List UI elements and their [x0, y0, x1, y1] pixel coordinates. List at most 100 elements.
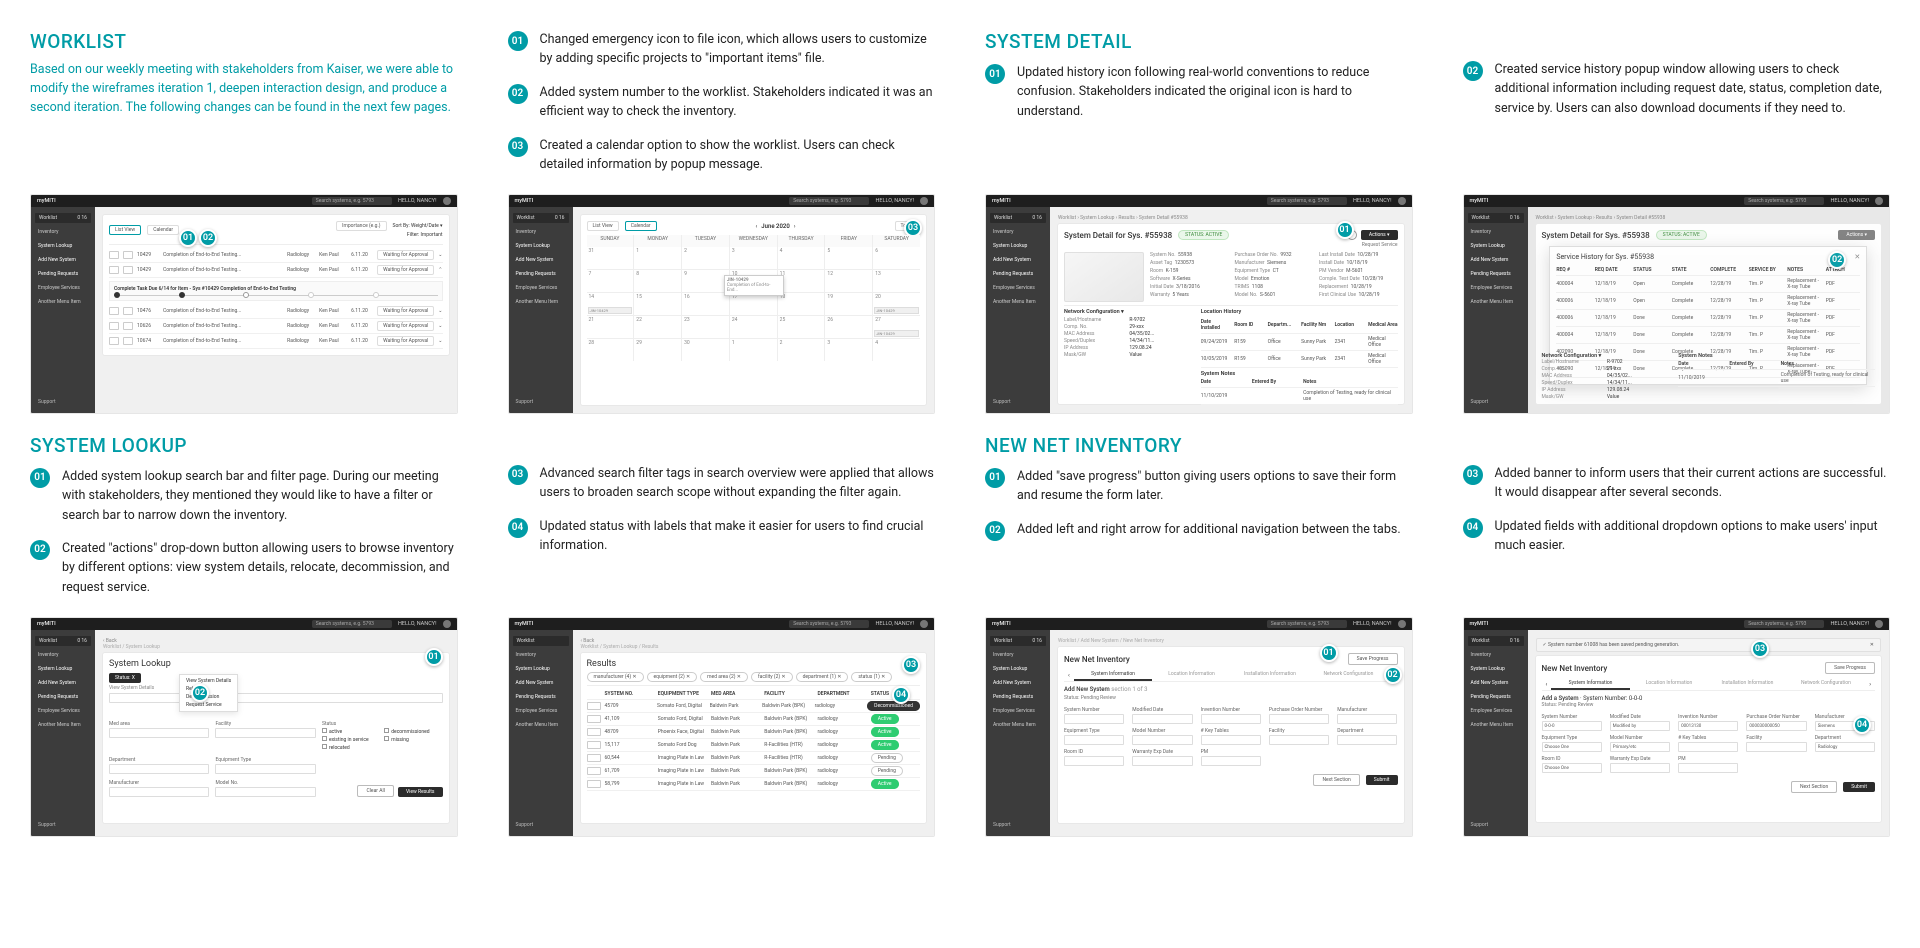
calendar-day[interactable]: 29 — [634, 339, 681, 361]
table-row[interactable]: 15,117Somato Ford DogBaldwin ParkR-Facil… — [587, 739, 921, 752]
toggle-calendar-view[interactable]: Calendar — [147, 225, 179, 235]
tab-step-2[interactable]: Location Information — [1152, 669, 1230, 681]
sidebar-item-support[interactable]: Support — [35, 397, 91, 407]
form-field[interactable] — [1201, 714, 1261, 724]
sidebar-item-add[interactable]: Add New System — [35, 255, 91, 265]
calendar-day[interactable]: 12 — [825, 270, 872, 292]
search-input[interactable] — [109, 693, 443, 703]
equipment-input[interactable] — [215, 764, 315, 774]
breadcrumb[interactable]: Worklist › System Lookup › Results › Sys… — [1058, 215, 1404, 221]
toggle-list-view[interactable]: List View — [109, 225, 141, 235]
calendar-day[interactable]: 14JIN-10429 — [587, 293, 634, 315]
table-row[interactable]: 41,109Somato Ford, DigitalBaldwin ParkBa… — [587, 713, 921, 726]
avatar-icon[interactable] — [443, 620, 451, 628]
calendar-day[interactable]: 3 — [730, 247, 777, 269]
form-field[interactable]: 0-0-0 — [1542, 721, 1602, 731]
next-section-button[interactable]: Next Section — [1313, 774, 1359, 786]
calendar-body[interactable]: 311234567891011121314JIN-10429151617JIN-… — [587, 247, 921, 361]
calendar-day[interactable]: 7 — [587, 270, 634, 292]
filter-dropdown[interactable]: Filter: Important — [407, 232, 443, 238]
department-input[interactable] — [109, 764, 209, 774]
calendar-day[interactable]: 28 — [587, 339, 634, 361]
calendar-event[interactable]: JIN-10429 — [874, 307, 919, 314]
calendar-day[interactable]: 18 — [778, 293, 825, 315]
next-section-button[interactable]: Next Section — [1791, 781, 1837, 793]
table-row[interactable]: 40000612/18/19DoneComplete12/28/19Tim. P… — [1556, 310, 1860, 327]
calendar-day[interactable]: 21 — [587, 316, 634, 338]
sidebar-item-employee[interactable]: Employee Services — [35, 283, 91, 293]
avatar-icon[interactable] — [1398, 197, 1406, 205]
calendar-day[interactable]: 13 — [873, 270, 920, 292]
calendar-day[interactable]: 20JIN-10429 — [873, 293, 920, 315]
table-row[interactable]: 48709Phoenix Face, DigitalBaldwin ParkBa… — [587, 726, 921, 739]
model-input[interactable] — [215, 787, 315, 797]
calendar-event[interactable]: JIN-10429 — [588, 307, 633, 314]
calendar-day[interactable]: 8 — [634, 270, 681, 292]
form-field[interactable] — [1132, 714, 1192, 724]
form-field[interactable]: Choose One — [1542, 763, 1602, 773]
facility-input[interactable] — [215, 728, 315, 738]
chevron-right-icon[interactable]: › — [794, 223, 796, 230]
form-field[interactable] — [1064, 714, 1124, 724]
calendar-day[interactable]: 4 — [778, 247, 825, 269]
chevron-left-icon[interactable]: ‹ — [1064, 670, 1074, 681]
chevron-left-icon[interactable]: ‹ — [1542, 679, 1552, 690]
chevron-down-icon[interactable]: ⌄ — [438, 252, 442, 258]
submit-button[interactable]: Submit — [1843, 782, 1875, 792]
calendar-day[interactable]: 26 — [825, 316, 872, 338]
checkbox-option[interactable]: decommissioned — [384, 728, 442, 735]
tab-step-4[interactable]: Network Configuration — [1309, 669, 1387, 681]
menu-request-service[interactable]: Request Service — [180, 701, 237, 709]
importance-chip[interactable]: Importance (e.g.) — [336, 221, 386, 231]
actions-dropdown[interactable]: Actions ▾ — [1361, 230, 1398, 240]
form-field[interactable] — [1337, 735, 1397, 745]
form-field[interactable]: 00013130 — [1678, 721, 1738, 731]
table-row[interactable]: 40000412/18/19OpenComplete12/28/19Tim. P… — [1556, 276, 1860, 293]
calendar-day[interactable]: 22 — [634, 316, 681, 338]
filter-tag[interactable]: manufacturer (4) ✕ — [587, 672, 644, 682]
calendar-day[interactable]: 24 — [730, 316, 777, 338]
search-input[interactable]: Search systems, e.g. 5793 — [312, 197, 392, 205]
filter-tag[interactable]: department (1) ✕ — [796, 672, 849, 682]
calendar-day[interactable]: 5 — [825, 247, 872, 269]
table-row[interactable]: 40000412/18/19DoneComplete12/28/19Tim. P… — [1556, 327, 1860, 344]
form-field[interactable] — [1064, 756, 1124, 766]
sidebar-item-lookup[interactable]: System Lookup — [35, 241, 91, 251]
close-icon[interactable]: ✕ — [1854, 253, 1860, 261]
form-field[interactable] — [1746, 742, 1806, 752]
form-field[interactable]: Modified by — [1610, 721, 1670, 731]
form-field[interactable] — [1610, 763, 1670, 773]
filter-tag[interactable]: facility (2) ✕ — [751, 672, 793, 682]
flag-icon[interactable] — [123, 251, 133, 259]
calendar-grid[interactable]: SUNDAYMONDAYTUESDAYWEDNESDAYTHURSDAYFRID… — [587, 235, 921, 247]
form-field[interactable] — [1201, 756, 1261, 766]
checkbox-option[interactable]: existing in service — [322, 736, 380, 743]
form-field[interactable]: Choose One — [1542, 742, 1602, 752]
checkbox-option[interactable]: active — [322, 728, 380, 735]
sidebar-item-inventory[interactable]: Inventory — [35, 227, 91, 237]
save-progress-button[interactable]: Save Progress — [1348, 653, 1398, 665]
table-row[interactable]: 60,544Imaging Plate in LawBaldwin ParkR-… — [587, 752, 921, 765]
form-field[interactable]: Radiology — [1815, 742, 1875, 752]
calendar-event[interactable]: JIN-10429 — [874, 330, 919, 337]
calendar-day[interactable]: 17JIN-10429Completion of End-to-End... — [730, 293, 777, 315]
net-conf-toggle[interactable]: Network Configuration ▾ — [1064, 309, 1191, 315]
avatar-icon[interactable] — [920, 197, 928, 205]
table-row[interactable]: 58,799Imaging Plate in LawBaldwin ParkBa… — [587, 778, 921, 791]
chevron-right-icon[interactable]: › — [1865, 679, 1875, 690]
view-results-button[interactable]: View Results — [398, 787, 443, 797]
table-row[interactable]: 61,709Imaging Plate in LawBaldwin ParkBa… — [587, 765, 921, 778]
calendar-day[interactable]: 25 — [778, 316, 825, 338]
form-field[interactable]: 000030000050 — [1746, 721, 1806, 731]
form-field[interactable] — [1201, 735, 1261, 745]
manufacturer-input[interactable] — [109, 787, 209, 797]
filter-tag[interactable]: equipment (2) ✕ — [647, 672, 698, 682]
file-icon[interactable] — [109, 266, 119, 274]
sort-dropdown[interactable]: Sort By: Weight/Date ▾ — [393, 223, 443, 229]
calendar-day[interactable]: 19 — [825, 293, 872, 315]
calendar-day[interactable]: 9 — [682, 270, 729, 292]
calendar-day[interactable]: 3 — [825, 339, 872, 361]
sidebar-item-pending[interactable]: Pending Requests — [35, 269, 91, 279]
sidebar-item-another[interactable]: Another Menu Item — [35, 297, 91, 307]
form-field[interactable] — [1269, 735, 1329, 745]
